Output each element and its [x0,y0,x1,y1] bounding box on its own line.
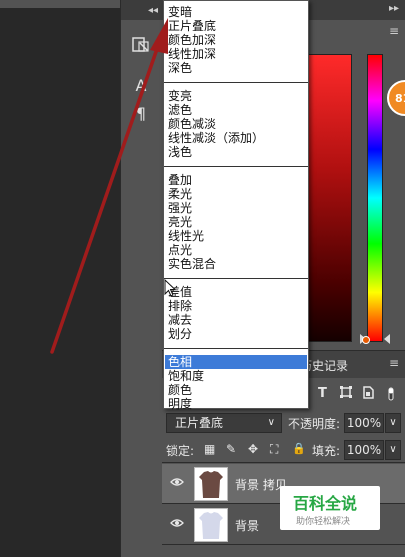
blend-option[interactable]: 线性光 [168,229,204,243]
lock-row: 锁定: ▦ ✎ ✥ ⛶ 🔒 填充: 100% ∨ [162,437,405,463]
character-panel-icon[interactable]: A [129,74,153,96]
hue-slider-right-handle-icon[interactable] [384,334,390,344]
blend-option[interactable]: 颜色加深 [168,33,216,47]
dropdown-separator [164,348,308,349]
hue-slider[interactable] [367,54,383,342]
tool-column: ◂◂ A ¶ [120,0,162,557]
dropdown-separator [164,82,308,83]
blend-mode-dropdown[interactable]: 变暗 正片叠底 颜色加深 线性加深 深色 变亮 滤色 颜色减淡 线性减淡（添加）… [163,0,309,411]
blend-option[interactable]: 强光 [168,201,192,215]
blend-option[interactable]: 叠加 [168,173,192,187]
photoshop-workspace: ◂◂ A ¶ ▸▸ ≡ 81 历史记录 ≡ T [0,0,405,557]
floating-badge-text: 81 [395,91,405,105]
watermark-logo: 百科全说 助你轻松解决 [280,486,380,530]
lock-position-icon[interactable]: ✥ [248,442,258,456]
lock-transparent-icon[interactable]: ▦ [204,442,215,456]
fill-label: 填充: [312,444,341,458]
blend-option[interactable]: 明度 [168,397,192,411]
layer-name: 背景 [235,519,260,533]
blend-option[interactable]: 实色混合 [168,257,216,271]
fill-chevron-icon[interactable]: ∨ [385,440,401,460]
blend-option[interactable]: 深色 [168,61,192,75]
tool-column-header[interactable]: ◂◂ [121,0,162,20]
expand-icon[interactable]: ▸▸ [389,3,399,14]
dropdown-separator [164,278,308,279]
dropdown-separator [164,166,308,167]
paragraph-panel-icon[interactable]: ¶ [129,102,153,124]
blend-option[interactable]: 线性减淡（添加） [168,131,264,145]
type-filter-icon[interactable]: T [318,386,327,401]
shape-filter-icon[interactable] [340,386,352,402]
lock-image-icon[interactable]: ✎ [226,442,236,456]
canvas-top-strip [0,0,120,8]
mouse-cursor-icon [164,278,177,301]
blend-row: 正片叠底 ∨ 不透明度: 100% ∨ [162,411,405,435]
glyph-panel-icon[interactable] [129,34,153,56]
opacity-input[interactable]: 100% [344,413,384,433]
blend-option[interactable]: 亮光 [168,215,192,229]
lock-all-icon[interactable]: 🔒 [292,442,306,455]
blend-option[interactable]: 减去 [168,313,192,327]
blend-option[interactable]: 点光 [168,243,192,257]
blend-option[interactable]: 排除 [168,299,192,313]
document-canvas[interactable] [0,0,120,557]
blend-option-selected[interactable]: 色相 [165,355,307,369]
blend-option[interactable]: 变暗 [168,5,192,19]
panel-menu-icon[interactable]: ≡ [389,24,399,38]
lock-label: 锁定: [166,444,195,458]
opacity-label: 不透明度: [288,417,341,431]
opacity-chevron-icon[interactable]: ∨ [385,413,401,433]
blend-mode-select[interactable]: 正片叠底 ∨ [166,413,282,433]
blend-option[interactable]: 饱和度 [168,369,204,383]
blend-option[interactable]: 柔光 [168,187,192,201]
fill-input[interactable]: 100% [344,440,384,460]
eye-icon[interactable] [170,476,184,491]
smart-object-filter-icon[interactable] [362,386,374,403]
blend-option[interactable]: 变亮 [168,89,192,103]
layer-thumbnail [194,508,228,542]
color-field[interactable] [307,54,352,342]
chevron-down-icon: ∨ [267,417,275,428]
lock-artboard-icon[interactable]: ⛶ [270,442,278,457]
layer-thumbnail [194,467,228,501]
blend-option[interactable]: 颜色减淡 [168,117,216,131]
blend-option[interactable]: 滤色 [168,103,192,117]
blend-option[interactable]: 浅色 [168,145,192,159]
eye-icon[interactable] [170,517,184,532]
blend-option[interactable]: 颜色 [168,383,192,397]
blend-option[interactable]: 正片叠底 [168,19,216,33]
blend-option[interactable]: 线性加深 [168,47,216,61]
tab-menu-icon[interactable]: ≡ [389,356,399,370]
filter-toggle-icon[interactable] [386,386,396,406]
color-selector-icon[interactable] [362,336,370,344]
collapse-icon[interactable]: ◂◂ [148,5,158,16]
blend-option[interactable]: 划分 [168,327,192,341]
blend-mode-value: 正片叠底 [175,416,224,430]
watermark-subtitle: 助你轻松解决 [296,517,351,527]
watermark-title: 百科全说 [293,494,358,513]
